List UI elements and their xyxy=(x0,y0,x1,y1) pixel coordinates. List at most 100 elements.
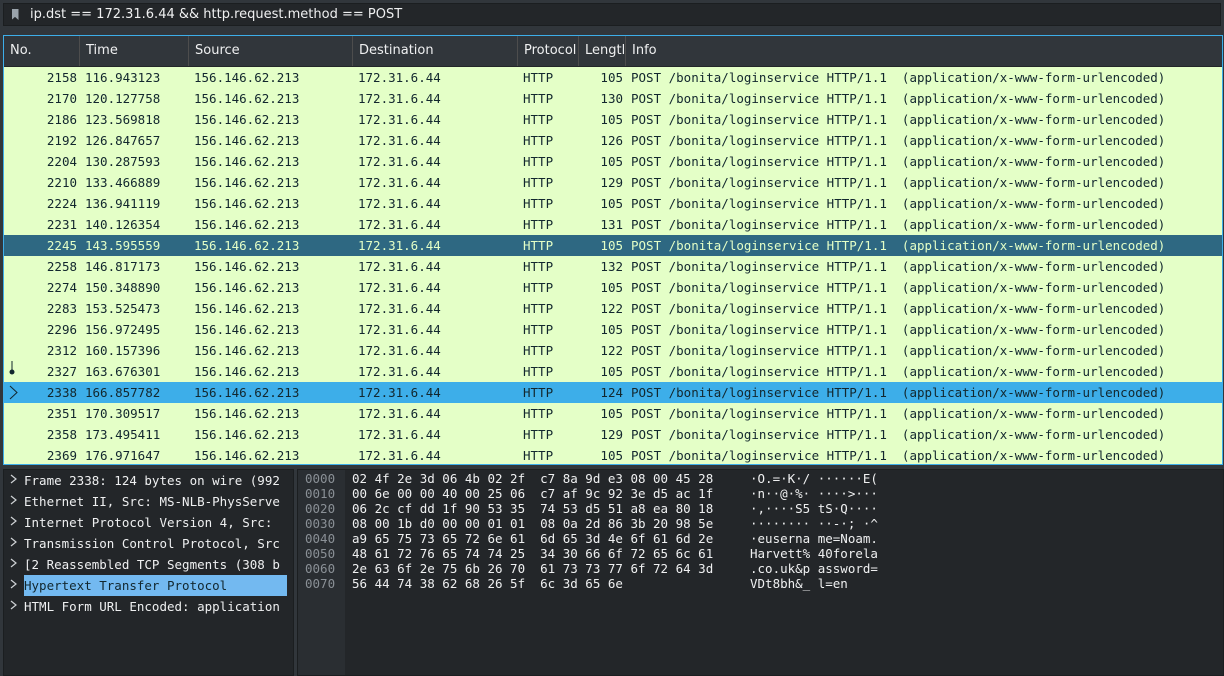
cell-src: 156.146.62.213 xyxy=(194,196,300,211)
hex-bytes[interactable]: 08 00 1b d0 00 00 01 01 08 0a 2d 86 3b 2… xyxy=(352,516,713,531)
display-filter-input[interactable] xyxy=(26,4,1220,25)
ascii-bytes[interactable]: ········ ··-·; ·^ xyxy=(750,516,878,531)
cell-dst: 172.31.6.44 xyxy=(358,385,441,400)
hex-bytes[interactable]: 2e 63 6f 2e 75 6b 26 70 61 73 73 77 6f 7… xyxy=(352,561,713,576)
expand-arrow-icon[interactable] xyxy=(4,470,24,491)
cell-len: 105 xyxy=(600,364,623,379)
tree-item[interactable]: Transmission Control Protocol, Src xyxy=(4,533,293,554)
cell-src: 156.146.62.213 xyxy=(194,343,300,358)
cell-src: 156.146.62.213 xyxy=(194,427,300,442)
cell-no: 2224 xyxy=(46,196,77,211)
packet-row[interactable]: 2170 120.127758 156.146.62.213 172.31.6.44 H… xyxy=(4,88,1222,109)
packet-list-header: No. Time Source Destination Protocol Len… xyxy=(4,36,1222,67)
column-header-length[interactable]: Lengtl xyxy=(579,36,626,66)
byte-offset: 0050 xyxy=(305,546,336,561)
byte-offset: 0030 xyxy=(305,516,336,531)
tree-item-label: Ethernet II, Src: MS-NLB-PhysServe xyxy=(24,494,280,509)
packet-list[interactable]: No. Time Source Destination Protocol Len… xyxy=(3,35,1223,465)
expand-arrow-icon[interactable] xyxy=(4,512,24,533)
hex-bytes[interactable]: 06 2c cf dd 1f 90 53 35 74 53 d5 51 a8 e… xyxy=(352,501,713,516)
expand-arrow-icon[interactable] xyxy=(4,596,24,617)
cell-time: 160.157396 xyxy=(85,343,161,358)
cell-time: 170.309517 xyxy=(85,406,161,421)
cell-src: 156.146.62.213 xyxy=(194,70,300,85)
cell-time: 156.972495 xyxy=(85,322,161,337)
ascii-bytes[interactable]: .co.uk&p assword= xyxy=(750,561,878,576)
cell-proto: HTTP xyxy=(523,448,554,463)
cell-src: 156.146.62.213 xyxy=(194,280,300,295)
cell-dst: 172.31.6.44 xyxy=(358,427,441,442)
packet-row[interactable]: 2210 133.466889 156.146.62.213 172.31.6.44 H… xyxy=(4,172,1222,193)
tree-item[interactable]: [2 Reassembled TCP Segments (308 b xyxy=(4,554,293,575)
byte-offset: 0070 xyxy=(305,576,336,591)
packet-row[interactable]: 2204 130.287593 156.146.62.213 172.31.6.44 H… xyxy=(4,151,1222,172)
hex-bytes[interactable]: 02 4f 2e 3d 06 4b 02 2f c7 8a 9d e3 08 0… xyxy=(352,471,713,486)
packet-row[interactable]: 2231 140.126354 156.146.62.213 172.31.6.44 H… xyxy=(4,214,1222,235)
packet-bytes-pane[interactable]: 0000 02 4f 2e 3d 06 4b 02 2f c7 8a 9d e3 … xyxy=(297,469,1224,676)
hex-bytes[interactable]: 56 44 74 38 62 68 26 5f 6c 3d 65 6e xyxy=(352,576,623,591)
tree-item[interactable]: Ethernet II, Src: MS-NLB-PhysServe xyxy=(4,491,293,512)
column-header-source[interactable]: Source xyxy=(189,36,353,66)
packet-row[interactable]: 2338 166.857782 156.146.62.213 172.31.6.44 H… xyxy=(4,382,1222,403)
tree-item[interactable]: HTML Form URL Encoded: application xyxy=(4,596,293,617)
packet-row[interactable]: 2312 160.157396 156.146.62.213 172.31.6.44 H… xyxy=(4,340,1222,361)
packet-row[interactable]: 2224 136.941119 156.146.62.213 172.31.6.44 H… xyxy=(4,193,1222,214)
tree-item-label: Transmission Control Protocol, Src xyxy=(24,536,280,551)
cell-time: 176.971647 xyxy=(85,448,161,463)
expand-arrow-icon[interactable] xyxy=(4,575,24,596)
cell-src: 156.146.62.213 xyxy=(194,322,300,337)
ascii-bytes[interactable]: ·euserna me=Noam. xyxy=(750,531,878,546)
ascii-bytes[interactable]: ·O.=·K·/ ······E( xyxy=(750,471,878,486)
expand-arrow-icon[interactable] xyxy=(4,554,24,575)
cell-proto: HTTP xyxy=(523,70,554,85)
hex-bytes[interactable]: 00 6e 00 00 40 00 25 06 c7 af 9c 92 3e d… xyxy=(352,486,713,501)
display-filter-bar[interactable] xyxy=(3,3,1221,26)
column-header-time[interactable]: Time xyxy=(80,36,189,66)
hex-bytes[interactable]: a9 65 75 73 65 72 6e 61 6d 65 3d 4e 6f 6… xyxy=(352,531,713,546)
column-header-no[interactable]: No. xyxy=(4,36,80,66)
column-header-protocol[interactable]: Protocol xyxy=(518,36,579,66)
packet-row[interactable]: 2186 123.569818 156.146.62.213 172.31.6.44 H… xyxy=(4,109,1222,130)
cell-no: 2296 xyxy=(46,322,77,337)
cell-info: POST /bonita/loginservice HTTP/1.1 (appl… xyxy=(631,301,1166,316)
packet-rows: 2158 116.943123 156.146.62.213 172.31.6.44 H… xyxy=(4,67,1222,464)
ascii-bytes[interactable]: Harvett% 40forela xyxy=(750,546,878,561)
cell-src: 156.146.62.213 xyxy=(194,259,300,274)
packet-row[interactable]: 2192 126.847657 156.146.62.213 172.31.6.44 H… xyxy=(4,130,1222,151)
packet-row[interactable]: 2274 150.348890 156.146.62.213 172.31.6.44 H… xyxy=(4,277,1222,298)
cell-src: 156.146.62.213 xyxy=(194,406,300,421)
cell-src: 156.146.62.213 xyxy=(194,238,300,253)
tree-item[interactable]: Internet Protocol Version 4, Src: xyxy=(4,512,293,533)
packet-row[interactable]: 2358 173.495411 156.146.62.213 172.31.6.44 H… xyxy=(4,424,1222,445)
packet-row[interactable]: 2327 163.676301 156.146.62.213 172.31.6.44 H… xyxy=(4,361,1222,382)
hex-bytes[interactable]: 48 61 72 76 65 74 74 25 34 30 66 6f 72 6… xyxy=(352,546,713,561)
bookmark-icon[interactable] xyxy=(4,4,26,25)
ascii-bytes[interactable]: ·,····S5 tS·Q···· xyxy=(750,501,878,516)
cell-info: POST /bonita/loginservice HTTP/1.1 (appl… xyxy=(631,70,1166,85)
tree-item[interactable]: Hypertext Transfer Protocol xyxy=(4,575,293,596)
packet-row[interactable]: 2245 143.595559 156.146.62.213 172.31.6.44 H… xyxy=(4,235,1222,256)
packet-row[interactable]: 2158 116.943123 156.146.62.213 172.31.6.44 H… xyxy=(4,67,1222,88)
cell-time: 150.348890 xyxy=(85,280,161,295)
expand-arrow-icon[interactable] xyxy=(4,491,24,512)
tree-item[interactable]: Frame 2338: 124 bytes on wire (992 xyxy=(4,470,293,491)
cell-info: POST /bonita/loginservice HTTP/1.1 (appl… xyxy=(631,343,1166,358)
cell-len: 132 xyxy=(600,259,623,274)
ascii-bytes[interactable]: ·n··@·%· ····>··· xyxy=(750,486,878,501)
packet-row[interactable]: 2351 170.309517 156.146.62.213 172.31.6.44 H… xyxy=(4,403,1222,424)
expand-arrow-icon[interactable] xyxy=(4,533,24,554)
tree-item-label: Internet Protocol Version 4, Src: xyxy=(24,515,280,530)
cell-no: 2369 xyxy=(46,448,77,463)
cell-proto: HTTP xyxy=(523,217,554,232)
cell-time: 173.495411 xyxy=(85,427,161,442)
packet-row[interactable]: 2296 156.972495 156.146.62.213 172.31.6.44 H… xyxy=(4,319,1222,340)
column-header-info[interactable]: Info xyxy=(626,36,1222,66)
cell-info: POST /bonita/loginservice HTTP/1.1 (appl… xyxy=(631,217,1166,232)
packet-details-tree[interactable]: Frame 2338: 124 bytes on wire (992 Ethern… xyxy=(3,469,294,676)
byte-offset: 0060 xyxy=(305,561,336,576)
packet-row[interactable]: 2283 153.525473 156.146.62.213 172.31.6.44 H… xyxy=(4,298,1222,319)
packet-row[interactable]: 2369 176.971647 156.146.62.213 172.31.6.44 H… xyxy=(4,445,1222,464)
packet-row[interactable]: 2258 146.817173 156.146.62.213 172.31.6.44 H… xyxy=(4,256,1222,277)
ascii-bytes[interactable]: VDt8bh&_ l=en xyxy=(750,576,848,591)
column-header-destination[interactable]: Destination xyxy=(353,36,518,66)
